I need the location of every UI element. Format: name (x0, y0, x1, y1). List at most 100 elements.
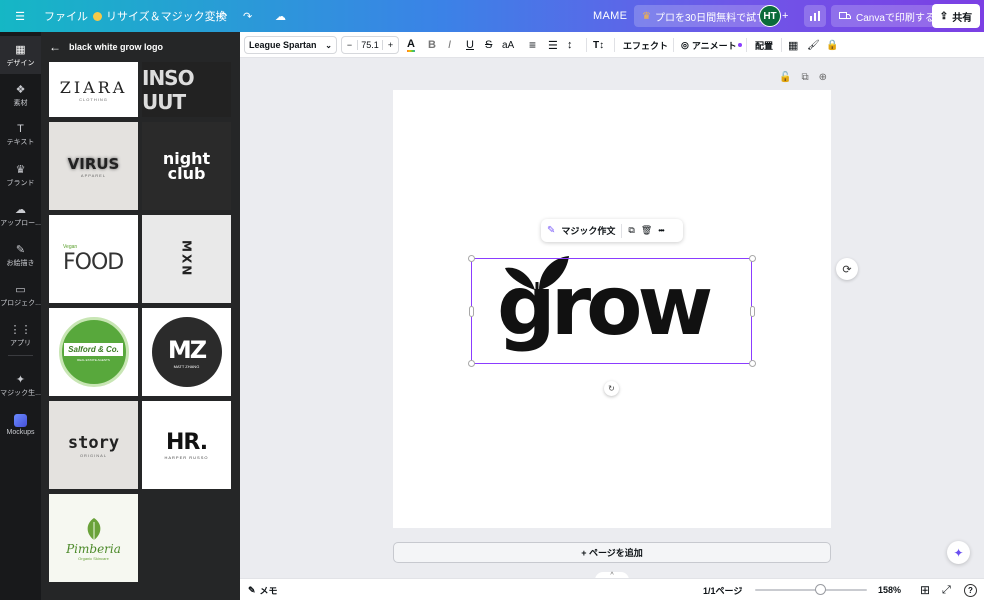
rail-label: 素材 (13, 99, 28, 107)
template-thumbnail[interactable]: VIRUS APPAREL (49, 122, 138, 210)
copy-icon[interactable]: ⧉ (628, 225, 634, 236)
undo-icon[interactable]: ↶ (218, 0, 227, 32)
new-badge-dot (737, 42, 742, 47)
rail-item-uploads[interactable]: ☁ アップロー... (0, 196, 41, 234)
rail-item-text[interactable]: T テキスト (0, 116, 41, 154)
resize-handle[interactable] (468, 360, 475, 367)
thumb-title: MZ (167, 335, 207, 364)
resize-handle[interactable] (468, 255, 475, 262)
underline-button[interactable]: U (466, 32, 474, 58)
zoom-level[interactable]: 158% (878, 579, 901, 600)
letter-case-button[interactable]: aA (502, 32, 514, 58)
duplicate-page-icon[interactable]: ⧉ (801, 72, 808, 83)
vertical-text-icon[interactable]: T↕ (593, 32, 604, 58)
thumb-subtitle: CLOTHING (79, 96, 108, 102)
transparency-icon[interactable]: ▦ (788, 32, 798, 58)
rail-item-draw[interactable]: ✎ お絵描き (0, 236, 41, 274)
notes-button[interactable]: ✎ メモ (248, 579, 278, 600)
position-button[interactable]: 配置 (755, 32, 773, 58)
redo-icon[interactable]: ↷ (243, 0, 252, 32)
thumb-title: FOOD (63, 249, 124, 275)
text-color-button[interactable]: A (407, 32, 415, 58)
animate-button[interactable]: ◎ アニメート (681, 32, 742, 58)
template-thumbnail[interactable]: HR. HARPER RUSSO (142, 401, 231, 489)
elements-icon: ❖ (15, 83, 26, 96)
decrease-size-button[interactable]: − (342, 40, 357, 50)
template-thumbnail[interactable]: night club (142, 122, 231, 210)
file-menu[interactable]: ファイル (44, 0, 88, 32)
rail-divider (8, 355, 33, 356)
zoom-slider-knob[interactable] (814, 584, 826, 595)
truck-icon (839, 12, 851, 19)
template-thumbnail[interactable]: story ORIGINAL (49, 401, 138, 489)
template-thumbnail[interactable]: MZ MATT ZHANG (142, 308, 231, 396)
magic-write-button[interactable]: マジック作文 (561, 224, 615, 237)
back-arrow-icon[interactable]: ← (49, 40, 61, 54)
fullscreen-icon[interactable]: ⤢ (942, 579, 951, 600)
thumb-title: INSO UUT (142, 65, 195, 114)
rail-item-elements[interactable]: ❖ 素材 (0, 76, 41, 114)
avatar[interactable]: HT (759, 5, 781, 27)
grid-view-icon[interactable]: ⊞ (920, 579, 930, 600)
list-icon[interactable]: ☰ (548, 32, 558, 58)
resize-handle[interactable] (750, 306, 755, 317)
align-center-icon[interactable]: ≡ (529, 32, 536, 58)
page-count[interactable]: 1/1ページ (703, 579, 742, 600)
rail-item-mockups[interactable]: Mockups (0, 406, 41, 444)
more-icon[interactable]: ••• (658, 226, 664, 235)
spacing-icon[interactable]: ↕ (567, 32, 573, 58)
effects-button[interactable]: エフェクト (623, 32, 668, 58)
popup-divider (621, 223, 623, 238)
rotate-icon[interactable]: ↻ (604, 381, 619, 396)
text-icon: T (17, 123, 24, 135)
template-thumbnail[interactable]: Salford & Co. REAL ESTATE AGENTS (49, 308, 138, 396)
insights-button[interactable] (804, 5, 826, 27)
template-thumbnail[interactable]: ZIARA CLOTHING (49, 62, 138, 117)
add-collaborator-icon[interactable]: + (782, 0, 788, 32)
template-thumbnail[interactable]: MXN (142, 215, 231, 303)
bold-button[interactable]: B (428, 32, 436, 58)
rail-item-apps[interactable]: ⋮⋮ アプリ (0, 316, 41, 354)
resize-handle[interactable] (749, 360, 756, 367)
refresh-icon[interactable]: ⟳ (836, 258, 858, 280)
search-results-panel: ← black white grow logo ZIARA CLOTHING I… (41, 32, 240, 600)
zoom-slider-track[interactable] (755, 589, 867, 591)
resize-button[interactable]: リサイズ＆マジック変換 (93, 0, 227, 32)
sparkle-icon[interactable]: ✦ (947, 541, 970, 564)
menu-icon[interactable]: ☰ (12, 0, 28, 32)
resize-handle[interactable] (749, 255, 756, 262)
font-family-value: League Spartan (249, 40, 317, 50)
italic-button[interactable]: I (448, 32, 451, 58)
thumb-title: ZIARA (59, 77, 128, 97)
help-button[interactable]: ? (964, 579, 977, 600)
add-page-button[interactable]: + ページを追加 (393, 542, 831, 563)
rail-item-projects[interactable]: ▭ プロジェク... (0, 276, 41, 314)
trash-icon[interactable]: 🗑 (641, 225, 652, 236)
thumb-title: story (67, 432, 120, 453)
copy-style-icon[interactable]: 🖌 (807, 32, 820, 58)
leaf-icon (87, 517, 100, 540)
thumb-title: MXN (179, 240, 194, 278)
thumb-title: VIRUS (67, 154, 120, 173)
add-page-icon[interactable]: ⊕ (819, 72, 827, 83)
search-query[interactable]: black white grow logo (69, 42, 163, 52)
font-size-input[interactable]: 75.1 (357, 40, 383, 50)
page-actions: 🔓 ⧉ ⊕ (779, 72, 827, 83)
strikethrough-button[interactable]: S (485, 32, 492, 58)
print-button[interactable]: Canvaで印刷する (831, 5, 943, 27)
unlock-icon[interactable]: 🔓 (779, 72, 791, 83)
rail-item-brand[interactable]: ♛ ブランド (0, 156, 41, 194)
cloud-save-icon[interactable]: ☁ (275, 0, 286, 32)
rail-item-design[interactable]: ▦ デザイン (0, 36, 41, 74)
resize-handle[interactable] (469, 306, 474, 317)
increase-size-button[interactable]: + (383, 40, 398, 50)
font-family-select[interactable]: League Spartan ⌄ (244, 36, 337, 54)
template-thumbnail[interactable]: Pimberia Organic Skincare (49, 494, 138, 582)
design-title[interactable]: MAME (593, 0, 627, 32)
share-button[interactable]: ⇪ 共有 (932, 4, 980, 28)
rail-item-magic-media[interactable]: ✦ マジック生... (0, 366, 41, 404)
lock-icon[interactable]: 🔒 (826, 32, 838, 58)
template-thumbnail[interactable]: INSO UUT (142, 62, 231, 117)
template-thumbnail[interactable]: Vegan FOOD (49, 215, 138, 303)
pro-trial-button[interactable]: ♛ プロを30日間無料で試す (634, 5, 775, 27)
